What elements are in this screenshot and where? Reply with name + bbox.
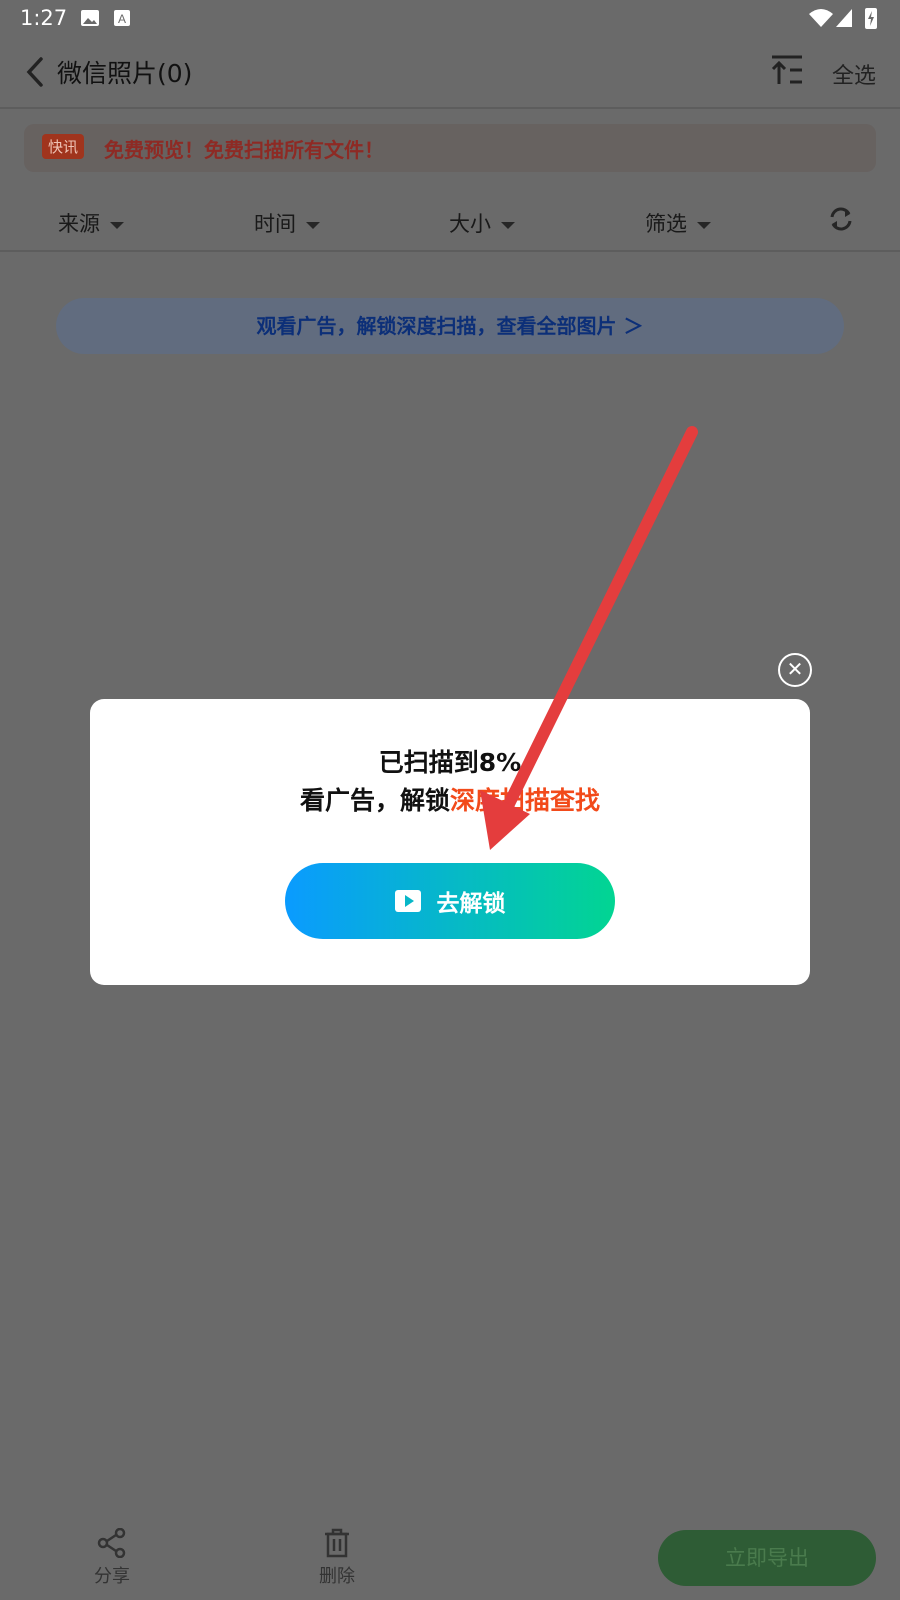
unlock-button-label: 去解锁 bbox=[436, 891, 506, 917]
back-arrow-icon[interactable] bbox=[24, 56, 46, 88]
unlock-dialog: 已扫描到8% 看广告，解锁深度扫描查找 去解锁 bbox=[90, 699, 810, 985]
notice-bar: 快讯 免费预览！免费扫描所有文件！ bbox=[24, 124, 876, 172]
filter-label: 筛选 bbox=[645, 212, 687, 236]
filter-source[interactable]: 来源 bbox=[58, 208, 124, 238]
dialog-message-prefix: 看广告，解锁 bbox=[299, 786, 450, 815]
close-icon: ✕ bbox=[786, 657, 804, 681]
unlock-button[interactable]: 去解锁 bbox=[285, 863, 615, 939]
filter-label: 大小 bbox=[449, 212, 491, 236]
watch-ad-banner[interactable]: 观看广告，解锁深度扫描，查看全部图片 ＞ bbox=[56, 298, 844, 354]
share-label: 分享 bbox=[94, 1566, 130, 1587]
notice-tag: 快讯 bbox=[42, 134, 85, 159]
sort-icon[interactable] bbox=[770, 54, 804, 86]
divider bbox=[0, 250, 900, 252]
image-icon bbox=[81, 10, 99, 26]
play-icon bbox=[394, 890, 421, 912]
select-all-button[interactable]: 全选 bbox=[832, 58, 876, 90]
export-button[interactable]: 立即导出 bbox=[658, 1530, 876, 1586]
notice-text: 免费预览！免费扫描所有文件！ bbox=[104, 138, 384, 162]
dialog-message-highlight: 深度扫描查找 bbox=[450, 786, 601, 815]
share-icon bbox=[97, 1528, 126, 1558]
divider bbox=[0, 107, 900, 109]
filter-size[interactable]: 大小 bbox=[449, 208, 515, 238]
share-button[interactable]: 分享 bbox=[72, 1528, 152, 1588]
status-time: 1:27 bbox=[20, 6, 68, 30]
chevron-down-icon bbox=[306, 221, 320, 229]
bottom-bar: 分享 删除 立即导出 bbox=[0, 1510, 900, 1600]
svg-text:A: A bbox=[118, 12, 126, 26]
wifi-icon bbox=[809, 9, 833, 27]
chevron-down-icon bbox=[110, 221, 124, 229]
delete-label: 删除 bbox=[319, 1566, 355, 1587]
filter-bar: 来源 时间 大小 筛选 bbox=[0, 190, 900, 250]
app-a-icon: A bbox=[114, 10, 130, 26]
signal-icon bbox=[836, 9, 852, 27]
trash-icon bbox=[325, 1528, 349, 1558]
chevron-down-icon bbox=[697, 221, 711, 229]
scan-progress-text: 已扫描到8% bbox=[378, 748, 522, 777]
app-bar: 微信照片(0) 全选 bbox=[0, 36, 900, 108]
dialog-message: 看广告，解锁深度扫描查找 bbox=[90, 781, 810, 817]
delete-button[interactable]: 删除 bbox=[297, 1528, 377, 1588]
filter-label: 来源 bbox=[58, 212, 100, 236]
refresh-icon[interactable] bbox=[828, 206, 854, 232]
filter-filter[interactable]: 筛选 bbox=[645, 208, 711, 238]
battery-icon bbox=[865, 8, 877, 29]
status-bar: 1:27 A bbox=[0, 0, 900, 36]
chevron-down-icon bbox=[501, 221, 515, 229]
filter-time[interactable]: 时间 bbox=[254, 208, 320, 238]
close-dialog-button[interactable]: ✕ bbox=[778, 653, 812, 687]
page-title: 微信照片(0) bbox=[57, 59, 193, 88]
filter-label: 时间 bbox=[254, 212, 296, 236]
